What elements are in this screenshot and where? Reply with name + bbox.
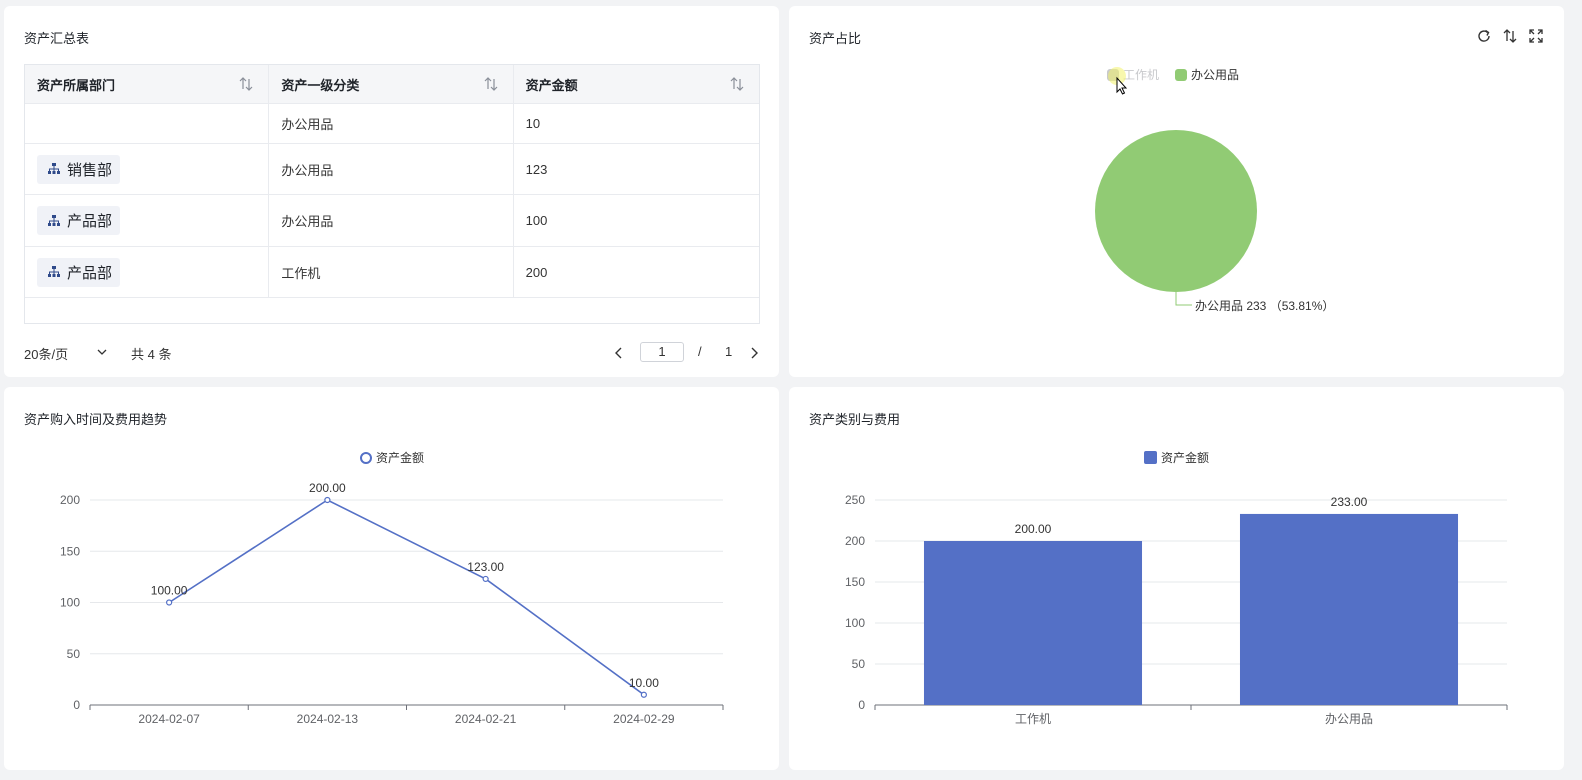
y-tick-label: 200 bbox=[845, 534, 865, 548]
purchase-trend-card: 资产购入时间及费用趋势 资产金额 0 50 100 150 200 2024-02-07 20… bbox=[4, 387, 779, 770]
x-tick-label: 办公用品 bbox=[1325, 711, 1373, 726]
cell-dept: 产品部 bbox=[25, 247, 270, 297]
y-tick-label: 100 bbox=[60, 596, 80, 610]
dept-name: 销售部 bbox=[67, 161, 113, 179]
page-separator: / bbox=[698, 344, 702, 359]
dept-name: 产品部 bbox=[67, 213, 113, 230]
table-header-row: 资产所属部门 资产一级分类 资产金额 bbox=[25, 65, 759, 104]
table-row[interactable]: 办公用品 10 bbox=[25, 104, 759, 144]
cell-amount: 10 bbox=[525, 116, 541, 131]
y-tick-label: 100 bbox=[845, 616, 865, 630]
y-tick-label: 150 bbox=[60, 544, 80, 558]
legend-swatch[interactable] bbox=[1175, 69, 1187, 81]
cell-dept bbox=[25, 104, 270, 143]
bar[interactable] bbox=[1239, 513, 1459, 705]
data-label: 100.00 bbox=[151, 584, 188, 598]
data-point[interactable] bbox=[324, 496, 331, 504]
legend-label[interactable]: 资产金额 bbox=[376, 450, 424, 465]
chevron-left-icon[interactable] bbox=[613, 346, 625, 360]
chevron-right-icon[interactable] bbox=[748, 346, 760, 360]
chevron-down-icon[interactable] bbox=[96, 347, 108, 357]
page-number-input[interactable]: 1 bbox=[640, 342, 684, 362]
cell-amount: 200 bbox=[525, 264, 548, 280]
column-header-dept[interactable]: 资产所属部门 bbox=[25, 65, 270, 103]
page-size-select[interactable]: 20条/页 bbox=[24, 344, 68, 363]
line-chart: 资产金额 0 50 100 150 200 2024-02-07 2024-02-13 2024… bbox=[60, 450, 724, 726]
y-tick-label: 0 bbox=[858, 698, 865, 712]
category-cost-card: 资产类别与费用 资产金额 0 50 100 150 200 250 200.00 工作机 233.… bbox=[789, 387, 1564, 770]
pie-slice[interactable] bbox=[1095, 130, 1257, 292]
cell-dept: 销售部 bbox=[25, 144, 270, 194]
legend-swatch[interactable] bbox=[1144, 451, 1157, 464]
cell-amount: 123 bbox=[525, 161, 548, 177]
legend-label[interactable]: 办公用品 bbox=[1191, 67, 1239, 82]
pagination: 20条/页 共 4 条 1 / 1 bbox=[24, 342, 760, 364]
total-count: 共 4 条 bbox=[131, 347, 172, 362]
x-tick-label: 2024-02-29 bbox=[613, 712, 675, 726]
x-tick-label: 2024-02-07 bbox=[138, 712, 200, 726]
column-header-label: 资产一级分类 bbox=[281, 77, 360, 93]
pie-chart: 工作机 办公用品办公用品 233 （53.81%） bbox=[1095, 67, 1334, 313]
dept-name: 产品部 bbox=[67, 264, 113, 282]
bar-chart: 资产金额 0 50 100 150 200 250 200.00 工作机 233.00 办公用品 bbox=[845, 450, 1508, 726]
y-tick-label: 150 bbox=[845, 575, 865, 589]
cell-category: 办公用品 bbox=[269, 104, 514, 143]
data-point[interactable] bbox=[640, 691, 647, 698]
asset-ratio-card: 资产占比 工作机 办公用品 办公用品 233 （53.81%） bbox=[789, 6, 1564, 377]
column-header-label: 资产所属部门 bbox=[37, 77, 116, 93]
data-label: 233.00 bbox=[1331, 495, 1368, 509]
table-row[interactable]: 产品部 办公用品 100 bbox=[25, 195, 759, 247]
org-chart-icon bbox=[48, 163, 60, 174]
y-tick-label: 250 bbox=[845, 493, 865, 507]
series-line bbox=[168, 499, 645, 696]
asset-summary-table: 资产所属部门 资产一级分类 资产金额 办公用品 10 销售部 办公用品 123 … bbox=[24, 64, 760, 324]
column-header-amount[interactable]: 资产金额 bbox=[514, 65, 759, 103]
cell-dept: 产品部 bbox=[25, 195, 270, 246]
org-chart-icon bbox=[48, 266, 60, 277]
cell-category: 办公用品 bbox=[269, 144, 514, 194]
cell-category: 工作机 bbox=[269, 247, 514, 297]
column-header-label: 资产金额 bbox=[525, 77, 578, 93]
total-pages: 1 bbox=[725, 344, 733, 359]
column-header-category[interactable]: 资产一级分类 bbox=[269, 65, 514, 103]
data-label: 200.00 bbox=[309, 481, 346, 495]
cell-amount: 100 bbox=[525, 213, 548, 228]
legend-marker[interactable] bbox=[360, 452, 372, 464]
x-tick-label: 工作机 bbox=[1015, 712, 1051, 726]
data-label: 10.00 bbox=[629, 676, 659, 690]
table-row[interactable]: 产品部 工作机 200 bbox=[25, 247, 759, 298]
dept-tag[interactable]: 产品部 bbox=[37, 257, 121, 287]
y-tick-label: 0 bbox=[73, 698, 80, 712]
data-point[interactable] bbox=[166, 599, 173, 606]
sort-icon[interactable] bbox=[483, 76, 499, 92]
x-tick-label: 2024-02-13 bbox=[297, 712, 359, 726]
data-label: 200.00 bbox=[1015, 522, 1052, 536]
y-tick-label: 50 bbox=[67, 647, 81, 661]
pie-label-line bbox=[1175, 292, 1192, 306]
dept-tag[interactable]: 产品部 bbox=[37, 206, 121, 235]
x-tick-label: 2024-02-21 bbox=[455, 712, 517, 726]
table-row[interactable]: 销售部 办公用品 123 bbox=[25, 144, 759, 195]
y-tick-label: 200 bbox=[60, 493, 80, 507]
asset-summary-card: 资产汇总表 资产所属部门 资产一级分类 资产金额 办公用品 10 销售部 办公用… bbox=[4, 6, 779, 377]
y-tick-label: 50 bbox=[852, 657, 866, 671]
cell-category: 办公用品 bbox=[269, 195, 514, 246]
dept-tag[interactable]: 销售部 bbox=[37, 154, 121, 184]
sort-icon[interactable] bbox=[238, 76, 254, 92]
asset-summary-title: 资产汇总表 bbox=[24, 31, 90, 46]
data-label: 123.00 bbox=[467, 560, 504, 574]
bar[interactable] bbox=[923, 541, 1143, 705]
org-chart-icon bbox=[48, 214, 60, 226]
sort-icon[interactable] bbox=[729, 76, 745, 92]
legend-label[interactable]: 资产金额 bbox=[1161, 450, 1209, 465]
data-point[interactable] bbox=[482, 575, 489, 583]
pie-slice-label: 办公用品 233 （53.81%） bbox=[1195, 298, 1334, 313]
legend-label[interactable]: 工作机 bbox=[1123, 68, 1159, 82]
